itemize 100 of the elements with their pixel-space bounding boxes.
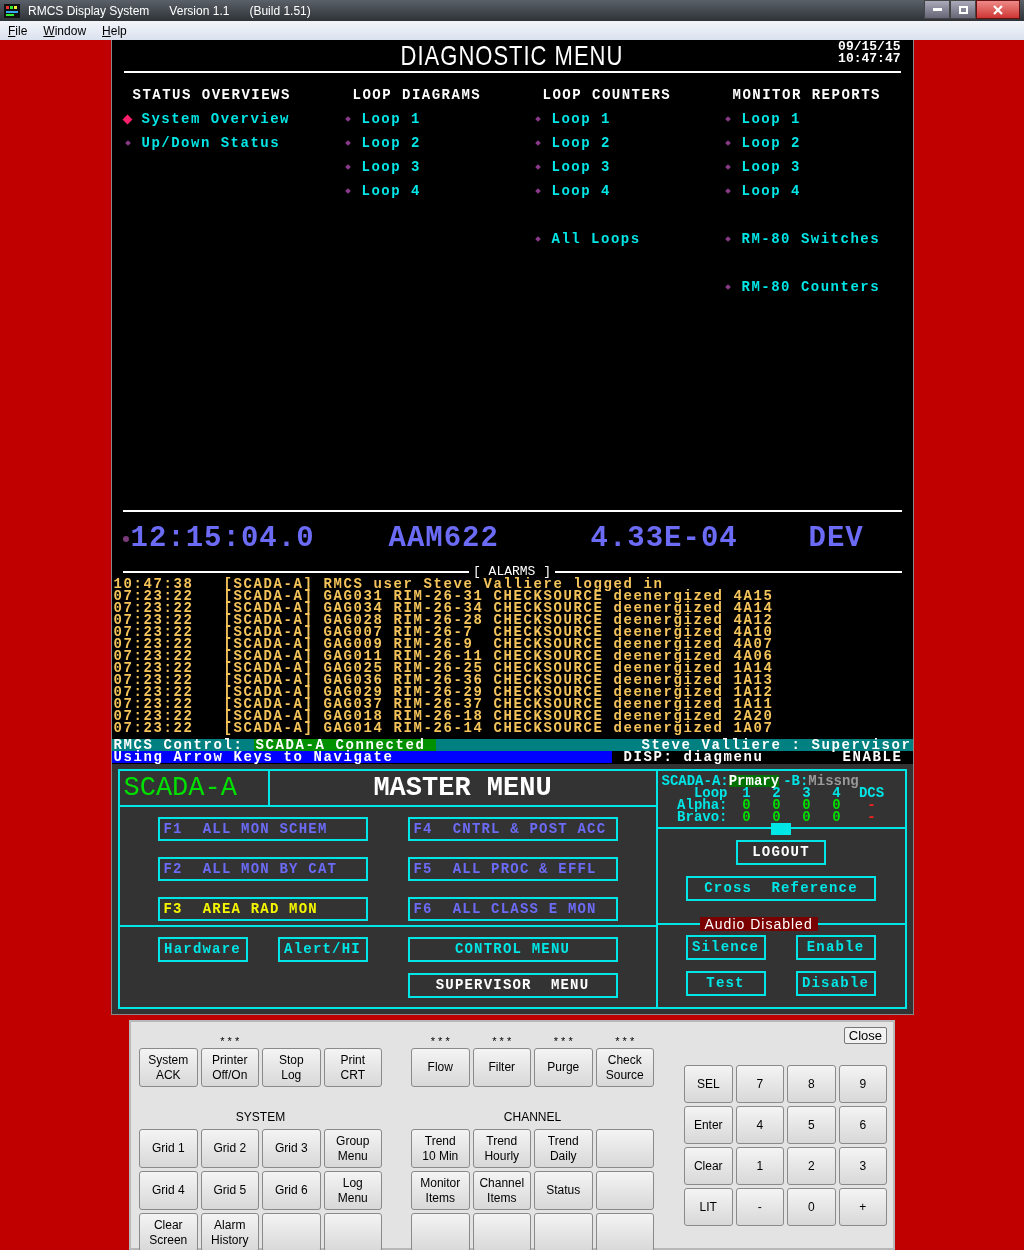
alarm-time: 07:23:22 [113, 710, 195, 722]
audio-button[interactable]: Silence [685, 935, 766, 960]
numpad-key[interactable]: 8 [787, 1065, 836, 1103]
loop-row-label: Bravo: [676, 811, 729, 823]
numpad-key[interactable]: Clear [684, 1147, 733, 1185]
keypad-key[interactable]: Clear Screen [139, 1213, 198, 1250]
audio-button[interactable]: Disable [795, 971, 876, 996]
menu-link[interactable]: Loop 3 [361, 156, 421, 178]
keypad-key[interactable]: Monitor Items [411, 1171, 470, 1210]
menu-link[interactable]: Loop 3 [551, 156, 611, 178]
numpad-key[interactable]: - [735, 1188, 784, 1226]
keypad-key[interactable]: Flow [411, 1048, 470, 1087]
numpad-key[interactable]: + [838, 1188, 887, 1226]
keypad-key[interactable]: Filter [472, 1048, 531, 1087]
function-key-button[interactable]: F3 AREA RAD MON [157, 897, 368, 921]
keypad-key[interactable]: Log Menu [323, 1171, 382, 1210]
numpad-key[interactable]: SEL [684, 1065, 733, 1103]
numpad-key[interactable]: 5 [787, 1106, 836, 1144]
keypad-key[interactable]: Trend Daily [534, 1129, 593, 1168]
blank-key[interactable] [595, 1171, 654, 1210]
alarm-message: GAG037 RIM-26-37 CHECKSOURCE deenergized 1A11 [323, 698, 774, 710]
keypad-key[interactable]: Purge [534, 1048, 593, 1087]
keypad-key[interactable]: Trend 10 Min [411, 1129, 470, 1168]
alarms-heading: [ ALARMS ] [472, 566, 551, 578]
menu-button[interactable]: Hardware [157, 937, 248, 962]
numpad-key[interactable]: 4 [735, 1106, 784, 1144]
menu-link[interactable]: Loop 2 [551, 132, 611, 154]
keypad-key[interactable]: Grid 2 [200, 1129, 259, 1168]
keypad-key[interactable]: Alarm History [200, 1213, 259, 1250]
blank-key[interactable] [262, 1213, 321, 1250]
maximize-button[interactable] [950, 0, 976, 19]
keypad-key[interactable]: Channel Items [472, 1171, 531, 1210]
menu-link[interactable]: Loop 1 [361, 108, 421, 130]
numpad-key[interactable]: 3 [838, 1147, 887, 1185]
menu-button[interactable]: LOGOUT [736, 840, 826, 865]
menu-link[interactable]: Loop 3 [741, 156, 801, 178]
numpad-key[interactable]: 2 [787, 1147, 836, 1185]
blank-key[interactable] [595, 1129, 654, 1168]
menu-link[interactable]: All Loops [551, 228, 641, 250]
readout-time: 12:15:04.0 [130, 521, 316, 558]
menu-link[interactable]: RM-80 Switches [741, 228, 881, 250]
column-heading: STATUS OVERVIEWS [131, 86, 292, 105]
close-panel-button[interactable]: Close [843, 1027, 887, 1044]
menu-button[interactable]: Alert/HI [277, 937, 368, 962]
keypad-key[interactable]: Printer Off/On [200, 1048, 259, 1087]
loop-status-value: 0 [831, 799, 842, 811]
keypad-key[interactable]: Grid 6 [262, 1171, 321, 1210]
numpad-key[interactable]: 9 [838, 1065, 887, 1103]
group-title: SYSTEM [234, 1109, 287, 1126]
alarm-time: 07:23:22 [113, 722, 195, 734]
close-button[interactable] [976, 0, 1020, 19]
blank-key[interactable] [472, 1213, 531, 1250]
menu-link[interactable]: Up/Down Status [141, 132, 281, 154]
blank-key[interactable] [534, 1213, 593, 1250]
audio-button[interactable]: Enable [795, 935, 876, 960]
keypad-key[interactable]: Trend Hourly [472, 1129, 531, 1168]
menu-link[interactable]: Loop 4 [741, 180, 801, 202]
alarm-source: [SCADA-A] [223, 638, 315, 650]
audio-button[interactable]: Test [685, 971, 766, 996]
loop-status-value: 0 [741, 799, 752, 811]
menu-item[interactable]: Help [102, 21, 127, 40]
keypad-key[interactable]: Grid 3 [262, 1129, 321, 1168]
keypad-key[interactable]: Grid 1 [139, 1129, 198, 1168]
master-menu-title: MASTER MENU [372, 772, 553, 805]
numpad-key[interactable]: 1 [735, 1147, 784, 1185]
alarm-time: 07:23:22 [113, 638, 195, 650]
numpad-key[interactable]: Enter [684, 1106, 733, 1144]
alarm-message: GAG011 RIM-26-11 CHECKSOURCE deenergized 4A06 [323, 650, 774, 662]
keypad-key[interactable]: Check Source [595, 1048, 654, 1087]
blank-key[interactable] [411, 1213, 470, 1250]
keypad-key[interactable]: Stop Log [262, 1048, 321, 1087]
menu-link[interactable]: Loop 2 [361, 132, 421, 154]
numpad-key[interactable]: 7 [735, 1065, 784, 1103]
menu-button[interactable]: Cross Reference [686, 876, 876, 901]
keypad-key[interactable]: Status [534, 1171, 593, 1210]
blank-key[interactable] [323, 1213, 382, 1250]
loop-status-value: - [866, 799, 877, 811]
app-icon [4, 3, 20, 18]
keypad-key[interactable]: Print CRT [323, 1048, 382, 1087]
menu-link[interactable]: Loop 4 [551, 180, 611, 202]
menu-item[interactable]: Window [43, 21, 87, 40]
keypad-key[interactable]: Grid 4 [139, 1171, 198, 1210]
alarm-source: [SCADA-A] [223, 710, 315, 722]
numpad-key[interactable]: 0 [787, 1188, 836, 1226]
keypad-key[interactable]: Grid 5 [200, 1171, 259, 1210]
keypad-key[interactable]: System ACK [139, 1048, 198, 1087]
keypad-key[interactable]: Group Menu [323, 1129, 382, 1168]
blank-key[interactable] [595, 1213, 654, 1250]
numpad-key[interactable]: 6 [838, 1106, 887, 1144]
minimize-button[interactable] [924, 0, 950, 19]
menu-button[interactable]: SUPERVISOR MENU [407, 973, 618, 998]
menu-link[interactable]: RM-80 Counters [741, 276, 881, 298]
menu-link[interactable]: Loop 4 [361, 180, 421, 202]
numpad-key[interactable]: LIT [684, 1188, 733, 1226]
menu-link[interactable]: Loop 1 [551, 108, 611, 130]
menu-link[interactable]: Loop 1 [741, 108, 801, 130]
menu-link[interactable]: System Overview [141, 108, 291, 130]
menu-button[interactable]: CONTROL MENU [407, 937, 618, 962]
menu-item[interactable]: File [8, 21, 28, 40]
menu-link[interactable]: Loop 2 [741, 132, 801, 154]
